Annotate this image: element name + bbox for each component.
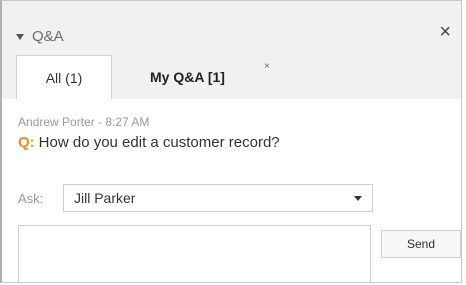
collapse-triangle-icon [16, 33, 24, 40]
question-input[interactable] [18, 225, 371, 282]
question-item: Q: How do you edit a customer record? [18, 134, 280, 151]
tab-my-qa[interactable]: My Q&A [1] [114, 55, 274, 99]
tab-all-label: All (1) [45, 69, 83, 86]
tab-all[interactable]: All (1) [16, 55, 112, 99]
close-icon[interactable]: × [439, 22, 451, 42]
send-button[interactable]: Send [381, 230, 461, 258]
panel-title: Q&A [32, 28, 64, 45]
ask-label: Ask: [18, 191, 44, 206]
qa-panel-header: Q&A × All (1) My Q&A [1] × [2, 1, 461, 99]
qa-panel: Q&A × All (1) My Q&A [1] × Andrew Porter… [0, 0, 462, 283]
question-author-time: Andrew Porter - 8:27 AM [18, 115, 150, 129]
tab-bar: All (1) My Q&A [1] × [2, 55, 461, 99]
tab-close-icon[interactable]: × [264, 61, 270, 72]
dropdown-arrow-icon [354, 196, 362, 201]
tab-my-qa-label: My Q&A [1] [150, 69, 225, 85]
collapse-toggle[interactable]: Q&A [16, 28, 64, 45]
question-marker: Q: [18, 134, 35, 151]
question-text: How do you edit a customer record? [38, 134, 280, 151]
ask-recipient-value: Jill Parker [74, 190, 136, 206]
ask-recipient-select[interactable]: Jill Parker [63, 184, 373, 212]
